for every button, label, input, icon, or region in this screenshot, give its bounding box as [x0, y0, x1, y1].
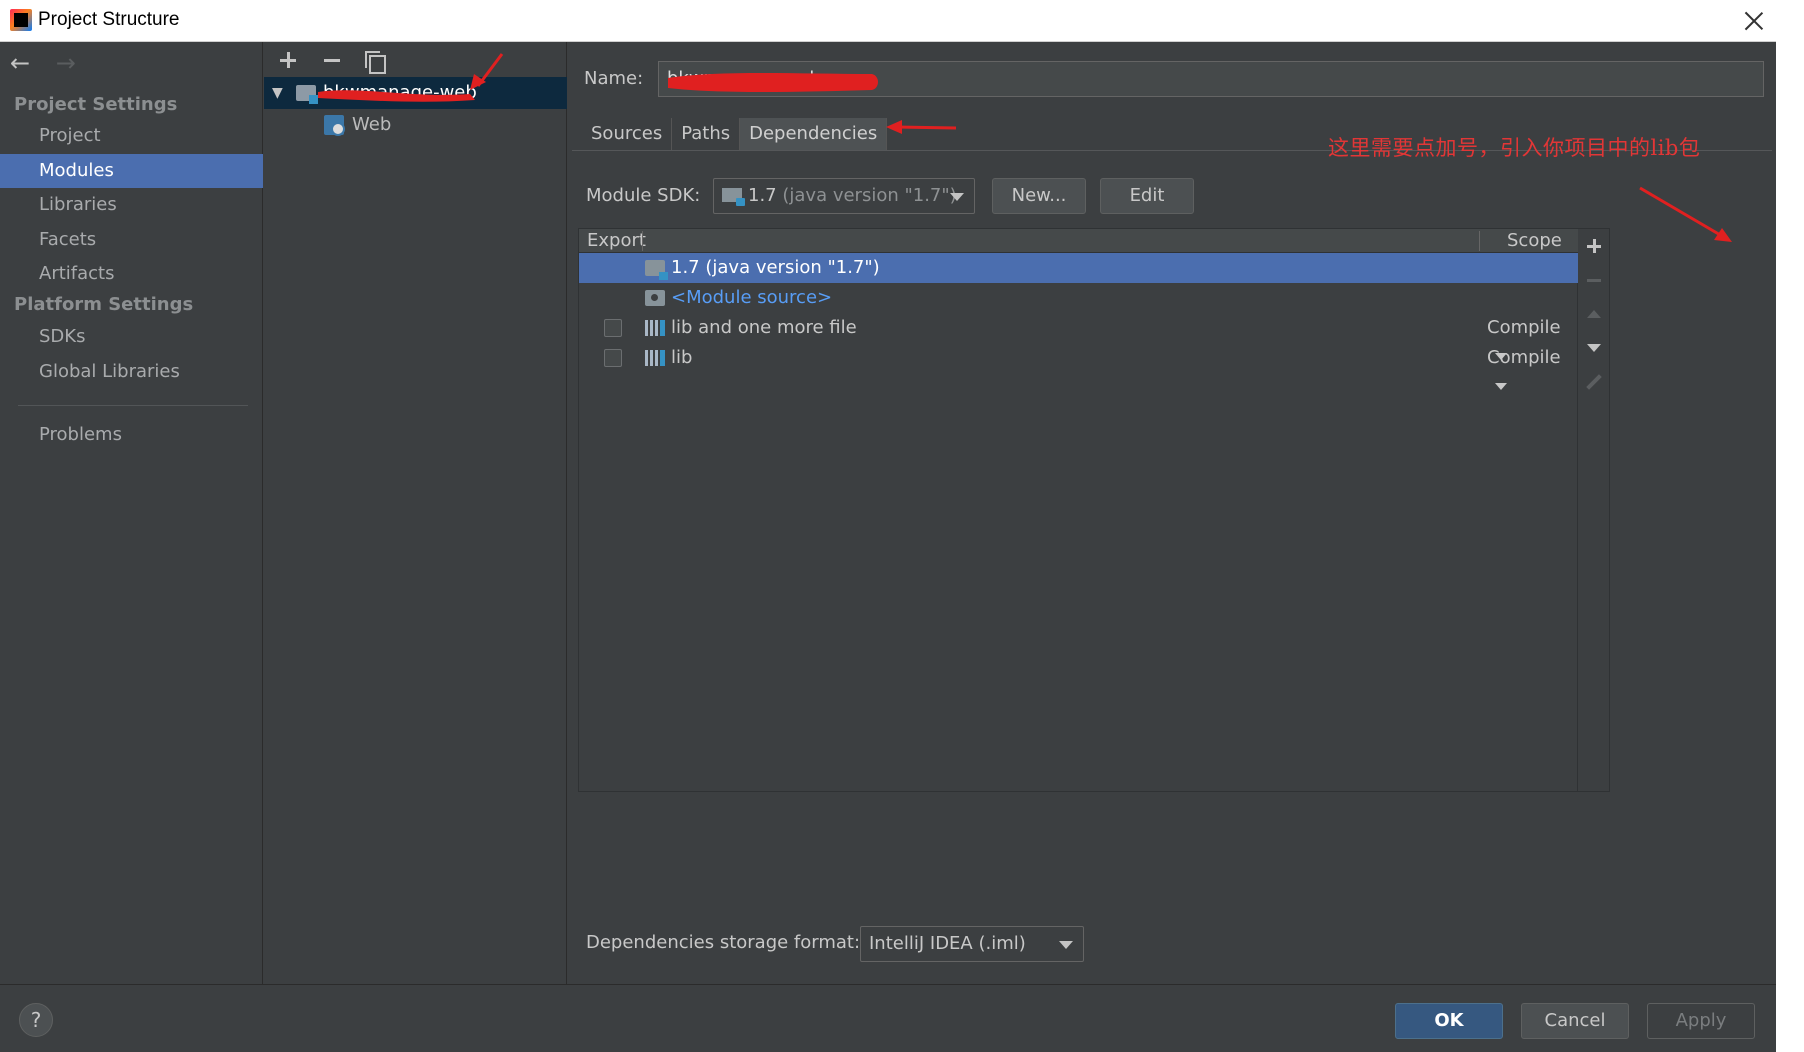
edit-dependency-icon[interactable]	[1585, 373, 1603, 391]
tab-paths[interactable]: Paths	[672, 118, 741, 150]
tab-dependencies[interactable]: Dependencies	[740, 118, 888, 150]
tree-item-module[interactable]: ▼ bkwmanage-web	[264, 77, 567, 109]
module-source-folder-icon	[645, 290, 665, 306]
dependencies-toolbar	[1578, 228, 1610, 792]
column-divider	[642, 231, 643, 251]
forward-arrow-icon[interactable]: →	[56, 50, 82, 76]
storage-format-select[interactable]: IntelliJ IDEA (.iml)	[860, 926, 1084, 962]
copy-module-icon[interactable]	[363, 48, 387, 74]
storage-format-value: IntelliJ IDEA (.iml)	[869, 933, 1026, 954]
sdk-folder-icon	[722, 188, 745, 206]
move-up-icon[interactable]	[1585, 305, 1603, 323]
column-header-scope[interactable]: Scope	[1507, 229, 1562, 253]
sidebar-item-global-libraries[interactable]: Global Libraries	[0, 355, 263, 389]
module-tree-panel: ▼ bkwmanage-web Web	[264, 42, 567, 984]
project-settings-header: Project Settings	[14, 94, 178, 115]
sidebar-divider	[18, 405, 248, 406]
module-sdk-label: Module SDK:	[586, 185, 701, 206]
annotation-text: 这里需要点加号，引入你项目中的lib包	[1328, 136, 1701, 160]
tree-item-web-label: Web	[352, 114, 392, 135]
chevron-down-icon	[1495, 383, 1507, 390]
library-icon	[645, 350, 665, 366]
dependency-name: 1.7 (java version "1.7")	[671, 253, 880, 283]
remove-module-icon[interactable]	[320, 48, 344, 74]
back-arrow-icon[interactable]: ←	[10, 50, 36, 76]
history-navigation: ← →	[10, 50, 96, 80]
platform-settings-header: Platform Settings	[14, 294, 194, 315]
move-down-icon[interactable]	[1585, 339, 1603, 357]
export-checkbox[interactable]	[604, 349, 622, 367]
module-tree-toolbar	[276, 48, 401, 78]
dependency-name-main: 1.7	[671, 257, 700, 278]
dependency-name-detail: (java version "1.7")	[705, 257, 880, 278]
tab-sources[interactable]: Sources	[582, 118, 673, 150]
scope-select[interactable]: Compile	[1487, 343, 1579, 403]
table-row[interactable]: <Module source>	[579, 283, 1579, 313]
project-structure-window: Project Structure ← → Project Settings P…	[0, 0, 1776, 1052]
module-sdk-select[interactable]: 1.7 (java version "1.7")	[713, 178, 975, 214]
module-details-panel: Name: bkwmanage-web Sources Paths Dependen…	[568, 42, 1776, 984]
name-label: Name:	[584, 68, 644, 89]
close-icon[interactable]	[1740, 7, 1768, 35]
sidebar-item-libraries[interactable]: Libraries	[0, 188, 263, 222]
sidebar-item-modules[interactable]: Modules	[0, 154, 263, 188]
screen-edge	[1776, 0, 1804, 1052]
dependency-name: lib	[671, 347, 693, 368]
column-divider	[1479, 231, 1480, 251]
sidebar-item-sdks[interactable]: SDKs	[0, 320, 263, 354]
edit-sdk-button[interactable]: Edit	[1100, 178, 1194, 214]
tree-item-web-facet[interactable]: Web	[264, 109, 567, 141]
title-bar: Project Structure	[0, 0, 1776, 42]
table-row[interactable]: 1.7 (java version "1.7")	[579, 253, 1579, 283]
add-module-icon[interactable]	[276, 48, 300, 74]
dependencies-table: Export Scope 1.7 (java version "1.7") <M…	[578, 228, 1579, 792]
intellij-logo-icon	[10, 9, 32, 31]
add-dependency-icon[interactable]	[1585, 237, 1603, 255]
new-sdk-button[interactable]: New...	[992, 178, 1086, 214]
web-facet-icon	[324, 115, 345, 136]
scope-value: Compile	[1487, 347, 1561, 368]
dialog-footer: ? OK Cancel Apply	[0, 984, 1776, 1052]
sidebar-item-problems[interactable]: Problems	[0, 418, 263, 452]
sdk-version: 1.7	[748, 185, 777, 206]
dependency-name: <Module source>	[671, 287, 833, 308]
sidebar-item-project[interactable]: Project	[0, 119, 263, 153]
sidebar-item-artifacts[interactable]: Artifacts	[0, 257, 263, 291]
ok-button[interactable]: OK	[1395, 1003, 1503, 1039]
scope-value: Compile	[1487, 317, 1561, 338]
chevron-down-icon	[1059, 941, 1073, 949]
sidebar-item-facets[interactable]: Facets	[0, 223, 263, 257]
export-checkbox[interactable]	[604, 319, 622, 337]
dependency-name: lib and one more file	[671, 317, 857, 338]
column-header-export[interactable]: Export	[587, 229, 646, 253]
window-title: Project Structure	[38, 9, 180, 30]
library-icon	[645, 320, 665, 336]
tree-expand-icon[interactable]: ▼	[272, 77, 283, 109]
table-row[interactable]: lib and one more file Compile	[579, 313, 1579, 360]
apply-button[interactable]: Apply	[1647, 1003, 1755, 1039]
sdk-detail: (java version "1.7")	[782, 185, 957, 206]
chevron-down-icon	[950, 193, 964, 201]
tree-item-module-label: bkwmanage-web	[323, 82, 477, 103]
dependencies-table-header: Export Scope	[579, 229, 1579, 253]
module-folder-icon	[296, 85, 318, 104]
cancel-button[interactable]: Cancel	[1521, 1003, 1629, 1039]
settings-sidebar: ← → Project Settings Project Modules Lib…	[0, 42, 263, 984]
table-row[interactable]: lib Compile	[579, 343, 1579, 390]
help-button[interactable]: ?	[19, 1003, 53, 1037]
module-name-input[interactable]: bkwmanage-web	[658, 61, 1764, 97]
storage-format-label: Dependencies storage format:	[586, 932, 861, 953]
remove-dependency-icon[interactable]	[1585, 271, 1603, 289]
module-tabs: Sources Paths Dependencies	[582, 118, 888, 150]
jdk-folder-icon	[645, 260, 668, 280]
